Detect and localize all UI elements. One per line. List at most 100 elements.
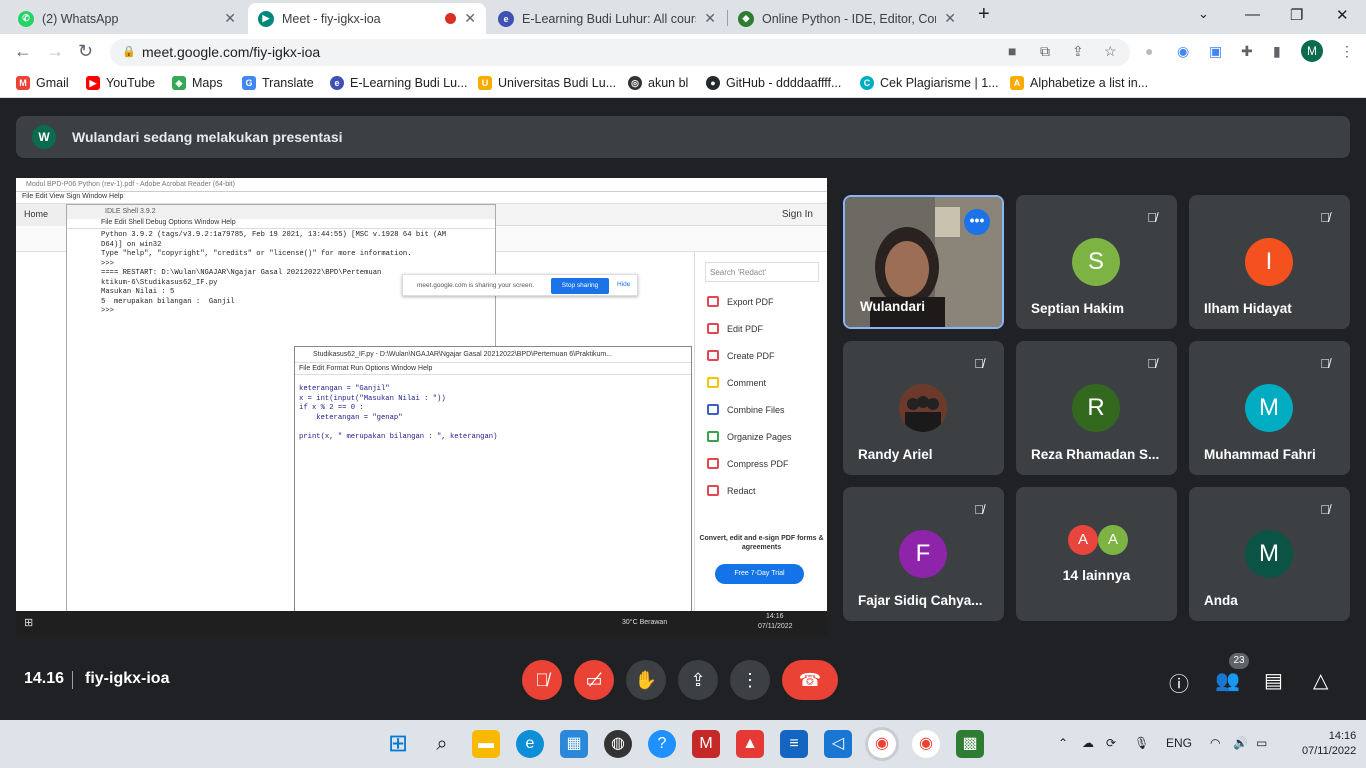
participant-name: Randy Ariel bbox=[858, 447, 933, 462]
close-icon[interactable]: ✕ bbox=[464, 10, 476, 27]
mic-toggle-button[interactable]: 🎙̸ bbox=[522, 660, 562, 700]
participant-tile[interactable]: 🎙̸ M Muhammad Fahri bbox=[1189, 341, 1350, 475]
app-icon[interactable]: ▩ bbox=[956, 730, 984, 758]
tab-strip: ✆ (2) WhatsApp ✕ ▶ Meet - fiy-igkx-ioa ✕… bbox=[0, 0, 1366, 34]
participant-tile[interactable]: 🎙̸ R Reza Rhamadan S... bbox=[1016, 341, 1177, 475]
share-icon[interactable]: ⇪ bbox=[1072, 43, 1084, 60]
help-icon[interactable]: ? bbox=[648, 730, 676, 758]
whatsapp-icon: ✆ bbox=[18, 10, 34, 27]
reload-icon[interactable]: ↻ bbox=[78, 42, 93, 60]
chevron-up-icon[interactable]: ⌃ bbox=[1058, 736, 1068, 750]
language-indicator[interactable]: ENG bbox=[1166, 736, 1192, 750]
university-icon: U bbox=[478, 76, 492, 90]
bookmark-gmail[interactable]: M Gmail bbox=[16, 76, 69, 90]
forward-icon[interactable]: → bbox=[46, 42, 64, 60]
search-icon[interactable]: ⌕ bbox=[428, 730, 456, 758]
mic-off-icon: 🎙̸ bbox=[974, 356, 984, 371]
close-icon[interactable]: ✕ bbox=[224, 10, 236, 27]
shared-screen[interactable]: Modul BPD-P06 Python (rev-1).pdf - Adobe… bbox=[16, 178, 827, 635]
back-icon[interactable]: ← bbox=[14, 42, 32, 60]
bookmark-alphabetize[interactable]: A Alphabetize a list in... bbox=[1010, 76, 1148, 90]
bookmark-youtube[interactable]: ▶ YouTube bbox=[86, 76, 155, 90]
participant-tile[interactable]: 🎙̸ I Ilham Hidayat bbox=[1189, 195, 1350, 329]
bookmark-label: Maps bbox=[192, 76, 223, 90]
chrome-icon[interactable]: ◉ bbox=[912, 730, 940, 758]
bookmark-star-icon[interactable]: ☆ bbox=[1104, 43, 1117, 60]
export-pdf-icon bbox=[707, 296, 719, 307]
maximize-button[interactable]: ❐ bbox=[1290, 6, 1303, 24]
participant-tile[interactable]: 🎙̸ F Fajar Sidiq Cahya... bbox=[843, 487, 1004, 621]
start-icon[interactable]: ⊞ bbox=[384, 730, 412, 758]
tab-whatsapp[interactable]: ✆ (2) WhatsApp ✕ bbox=[8, 3, 246, 34]
raise-hand-button[interactable]: ✋ bbox=[626, 660, 666, 700]
system-clock[interactable]: 14:16 07/11/2022 bbox=[1302, 729, 1356, 759]
close-icon[interactable]: ✕ bbox=[704, 10, 716, 27]
bookmark-maps[interactable]: ◈ Maps bbox=[172, 76, 223, 90]
camera-icon[interactable]: ■ bbox=[1008, 43, 1016, 59]
tab-python[interactable]: ◆ Online Python - IDE, Editor, Com ✕ bbox=[728, 3, 966, 34]
address-bar[interactable]: 🔒 meet.google.com/fiy-igkx-ioa bbox=[110, 39, 1130, 66]
volume-icon[interactable]: 🔊 bbox=[1233, 736, 1248, 750]
extension-icon[interactable]: ● bbox=[1145, 43, 1153, 59]
extension-icon[interactable]: ◉ bbox=[1177, 43, 1189, 60]
search-input: Search 'Redact' bbox=[705, 262, 819, 282]
battery-icon[interactable]: ▭ bbox=[1256, 736, 1267, 750]
info-icon[interactable]: ⓘ bbox=[1169, 668, 1189, 697]
side-panel-icon[interactable]: ▮ bbox=[1273, 43, 1281, 60]
sync-icon[interactable]: ⟳ bbox=[1106, 736, 1116, 750]
avatar[interactable]: M bbox=[1301, 40, 1323, 62]
edge-icon[interactable]: e bbox=[516, 730, 544, 758]
vscode-icon[interactable]: ◁ bbox=[824, 730, 852, 758]
present-button[interactable]: ⇪ bbox=[678, 660, 718, 700]
tab-search-icon[interactable]: ⌄ bbox=[1198, 6, 1209, 22]
activities-icon[interactable]: △ bbox=[1313, 668, 1328, 693]
app-icon[interactable]: ◍ bbox=[604, 730, 632, 758]
app-icon[interactable]: ▲ bbox=[736, 730, 764, 758]
avatar: S bbox=[1072, 238, 1120, 286]
chrome-icon[interactable]: ◉ bbox=[868, 730, 896, 758]
more-options-icon[interactable]: ••• bbox=[964, 209, 990, 235]
notes-icon[interactable]: ≡ bbox=[780, 730, 808, 758]
cloud-icon[interactable]: ☁ bbox=[1082, 736, 1094, 750]
idle-menu: File Edit Shell Debug Options Window Hel… bbox=[67, 219, 495, 229]
mcafee-icon[interactable]: M bbox=[692, 730, 720, 758]
bookmark-elearning[interactable]: e E-Learning Budi Lu... bbox=[330, 76, 467, 90]
hide-link: Hide bbox=[617, 281, 631, 288]
close-icon[interactable]: ✕ bbox=[944, 10, 956, 27]
bookmark-universitas[interactable]: U Universitas Budi Lu... bbox=[478, 76, 616, 90]
camera-toggle-button[interactable]: ▭̸ bbox=[574, 660, 614, 700]
new-tab-button[interactable]: + bbox=[978, 3, 990, 26]
mic-icon[interactable]: 🎙 bbox=[1134, 736, 1149, 750]
participant-tile[interactable]: 🎙̸ Randy Ariel bbox=[843, 341, 1004, 475]
menu-icon[interactable]: ⋮ bbox=[1340, 43, 1354, 60]
store-icon[interactable]: ▦ bbox=[560, 730, 588, 758]
chat-icon[interactable]: ▤ bbox=[1264, 668, 1283, 693]
others-tile[interactable]: A A 14 lainnya bbox=[1016, 487, 1177, 621]
bookmark-translate[interactable]: G Translate bbox=[242, 76, 314, 90]
puzzle-icon[interactable]: ✚ bbox=[1241, 43, 1253, 60]
idle-title: IDLE Shell 3.9.2 bbox=[67, 205, 495, 219]
window-close-button[interactable]: ✕ bbox=[1336, 6, 1349, 24]
bookmark-github[interactable]: ● GitHub - ddddaaffff... bbox=[706, 76, 841, 90]
maps-icon: ◈ bbox=[172, 76, 186, 90]
more-options-button[interactable]: ⋮ bbox=[730, 660, 770, 700]
tab-title: (2) WhatsApp bbox=[42, 11, 119, 26]
file-explorer-icon[interactable]: ▬ bbox=[472, 730, 500, 758]
participant-tile[interactable]: 🎙̸ S Septian Hakim bbox=[1016, 195, 1177, 329]
translate-icon[interactable]: ⧉ bbox=[1040, 43, 1050, 60]
people-icon[interactable]: 👥 bbox=[1215, 668, 1240, 693]
bookmark-plagiarisme[interactable]: C Cek Plagiarisme | 1... bbox=[860, 76, 999, 90]
minimize-button[interactable]: — bbox=[1245, 6, 1260, 23]
bookmark-label: YouTube bbox=[106, 76, 156, 90]
participant-tile[interactable]: ••• Wulandari bbox=[843, 195, 1004, 329]
extension-icon[interactable]: ▣ bbox=[1209, 43, 1222, 60]
bookmark-akun[interactable]: ◎ akun bl bbox=[628, 76, 688, 90]
tab-meet[interactable]: ▶ Meet - fiy-igkx-ioa ✕ bbox=[248, 3, 486, 34]
participant-tile[interactable]: 🎙̸ M Anda bbox=[1189, 487, 1350, 621]
clock-date: 07/11/2022 bbox=[1302, 745, 1357, 757]
tab-elearning[interactable]: e E-Learning Budi Luhur: All course ✕ bbox=[488, 3, 726, 34]
mic-off-icon: 🎙̸ bbox=[1147, 210, 1157, 225]
bookmark-label: Alphabetize a list in... bbox=[1030, 76, 1149, 90]
wifi-icon[interactable]: ◠ bbox=[1210, 736, 1220, 750]
leave-call-button[interactable]: ☎ bbox=[782, 660, 838, 700]
